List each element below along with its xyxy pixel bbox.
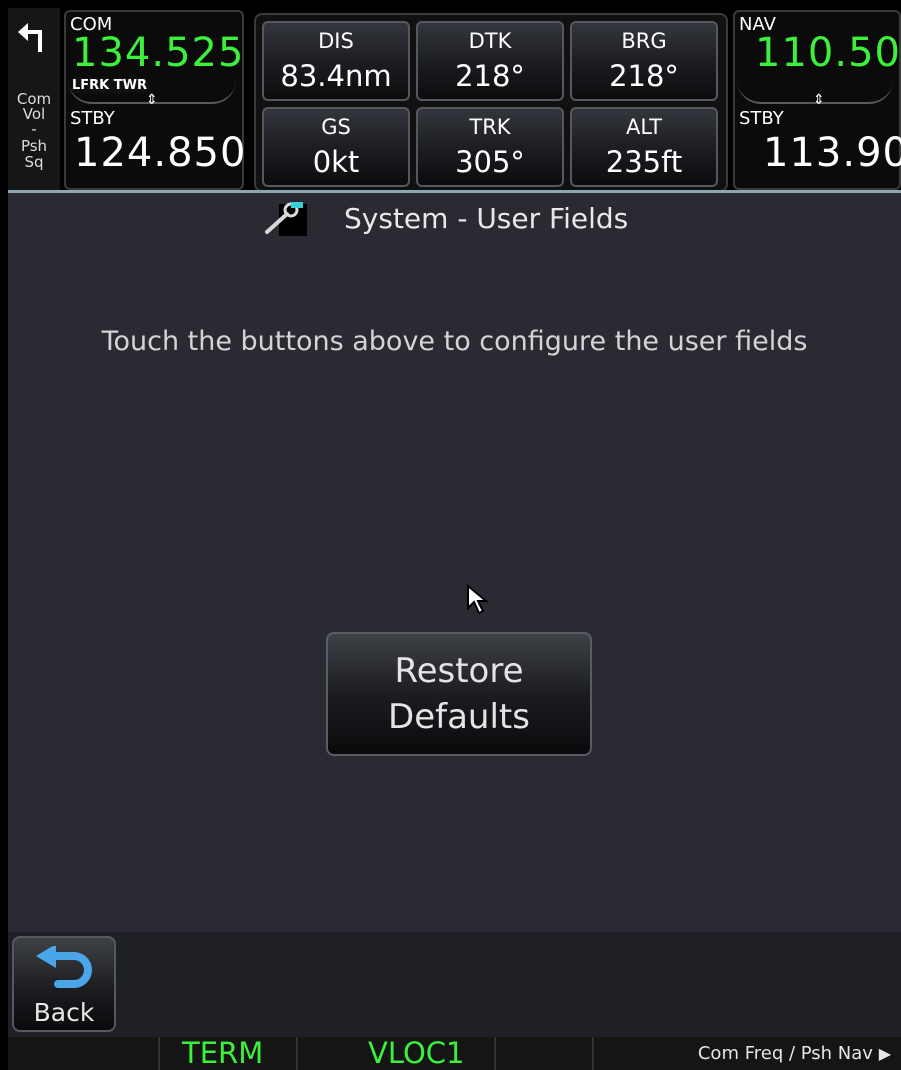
mouse-pointer-icon — [467, 584, 489, 615]
field-value: 218° — [609, 59, 679, 93]
status-bar: TERM VLOC1 Com Freq / Psh Nav ▶ — [8, 1037, 901, 1070]
field-value: 83.4nm — [280, 59, 392, 93]
nav-stby-label: STBY — [739, 108, 784, 129]
field-label: DTK — [468, 29, 512, 53]
page-header: System - User Fields — [8, 194, 901, 244]
user-field-alt[interactable]: ALT 235ft — [570, 107, 718, 187]
com-volume-control[interactable]: Com Vol - Psh Sq — [8, 8, 60, 190]
com-vol-line4: Psh — [20, 137, 48, 155]
com-vol-line5: Sq — [24, 153, 44, 171]
field-value: 305° — [455, 145, 525, 179]
user-fields-grid: DIS 83.4nm DTK 218° BRG 218° GS 0kt TRK … — [254, 13, 728, 192]
field-label: DIS — [318, 29, 354, 53]
user-field-brg[interactable]: BRG 218° — [570, 21, 718, 101]
field-label: ALT — [625, 115, 662, 139]
knob-hint-text: Com Freq / Psh Nav — [697, 1043, 873, 1064]
gtn-screen: Com Vol - Psh Sq COM 134.525 LFRK TWR ⇕ … — [8, 8, 901, 1070]
wrench-icon — [265, 202, 307, 236]
play-triangle-icon: ▶ — [878, 1044, 891, 1063]
back-arrow-icon — [36, 946, 92, 988]
field-value: 235ft — [605, 145, 683, 179]
com-standby-frequency[interactable]: 124.850 — [74, 130, 246, 176]
nav-standby-frequency[interactable]: 113.90 — [763, 130, 901, 176]
status-segment-mode: TERM — [160, 1037, 298, 1070]
cdi-source-indicator: VLOC1 — [368, 1036, 465, 1070]
nav-frequency-box[interactable]: NAV 110.50 ⇕ STBY 113.90 — [733, 10, 901, 190]
page-title: System - User Fields — [344, 202, 629, 235]
field-value: 0kt — [312, 145, 360, 179]
status-segment-empty-2 — [496, 1037, 594, 1070]
swap-frequency-icon[interactable]: ⇕ — [146, 92, 158, 108]
top-bar: Com Vol - Psh Sq COM 134.525 LFRK TWR ⇕ … — [8, 8, 901, 192]
top-bar-divider — [8, 190, 901, 193]
back-button-label: Back — [33, 998, 95, 1027]
user-field-dtk[interactable]: DTK 218° — [416, 21, 564, 101]
swap-frequency-icon[interactable]: ⇕ — [813, 92, 825, 108]
restore-label-line2: Defaults — [388, 697, 530, 737]
field-label: TRK — [469, 115, 511, 139]
flight-phase-indicator: TERM — [182, 1036, 264, 1070]
restore-defaults-button[interactable]: Restore Defaults — [326, 632, 592, 756]
user-field-gs[interactable]: GS 0kt — [262, 107, 410, 187]
com-active-frequency[interactable]: 134.525 — [72, 30, 244, 76]
instruction-text: Touch the buttons above to configure the… — [101, 326, 808, 357]
field-label: BRG — [621, 29, 667, 53]
back-button[interactable]: Back — [12, 936, 116, 1032]
restore-label-line1: Restore — [394, 651, 524, 691]
nav-active-frequency[interactable]: 110.50 — [755, 30, 901, 76]
user-field-trk[interactable]: TRK 305° — [416, 107, 564, 187]
knob-function-hint: Com Freq / Psh Nav ▶ — [698, 1037, 891, 1070]
com-station-id: LFRK TWR — [72, 78, 147, 93]
com-vol-line3: - — [31, 120, 37, 138]
turn-left-arrow-icon — [18, 23, 42, 52]
field-value: 218° — [455, 59, 525, 93]
status-segment-cdi[interactable]: VLOC1 — [298, 1037, 496, 1070]
bottom-button-bar — [8, 932, 901, 1037]
com-stby-label: STBY — [70, 108, 115, 129]
field-label: GS — [321, 115, 351, 139]
status-segment-empty — [8, 1037, 160, 1070]
user-field-dis[interactable]: DIS 83.4nm — [262, 21, 410, 101]
com-frequency-box[interactable]: COM 134.525 LFRK TWR ⇕ STBY 124.850 — [64, 10, 246, 190]
